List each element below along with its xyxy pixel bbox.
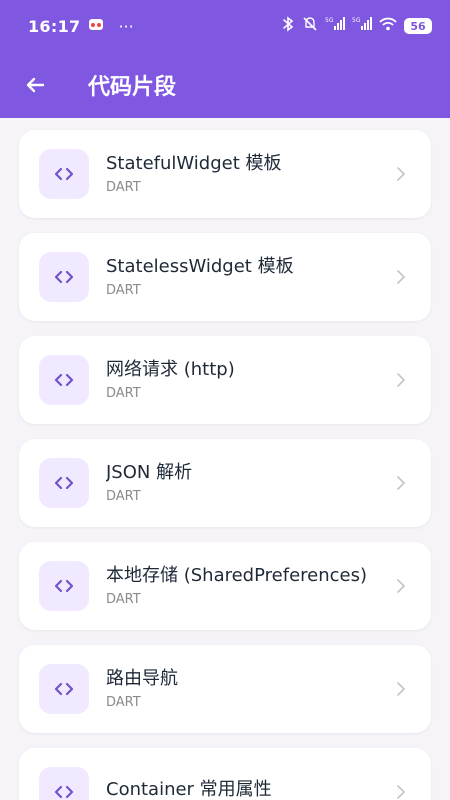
signal-5g-icon: 5G: [325, 16, 345, 36]
bluetooth-icon: [281, 16, 295, 36]
snippet-list: StatefulWidget 模板 DART StatelessWidget 模…: [0, 118, 450, 800]
snippet-card[interactable]: Container 常用属性: [19, 748, 431, 800]
signal-5g-icon: 5G: [352, 16, 372, 36]
snippet-language: DART: [106, 282, 141, 298]
snippet-language: DART: [106, 385, 141, 401]
snippet-text: StatelessWidget 模板 DART: [106, 256, 393, 299]
snippet-text: 网络请求 (http) DART: [106, 359, 393, 402]
svg-text:5G: 5G: [352, 17, 361, 24]
snippet-text: Container 常用属性: [106, 779, 393, 800]
status-right: 5G 5G 56: [281, 16, 432, 36]
mute-icon: [302, 16, 318, 36]
snippet-language: DART: [106, 488, 141, 504]
snippet-title: 本地存储 (SharedPreferences): [106, 564, 367, 586]
status-bar: 16:17 ··· 5G 5G 56: [0, 0, 450, 52]
page-title: 代码片段: [88, 75, 177, 100]
snippet-title: 路由导航: [106, 667, 178, 689]
toolbar: 代码片段: [0, 52, 450, 118]
code-brackets-icon: [39, 149, 89, 199]
snippet-text: StatefulWidget 模板 DART: [106, 153, 393, 196]
code-brackets-icon: [39, 252, 89, 302]
snippet-title: StatefulWidget 模板: [106, 152, 282, 174]
chevron-right-icon: [393, 372, 409, 388]
snippet-text: 本地存储 (SharedPreferences) DART: [106, 565, 393, 608]
status-time: 16:17: [28, 16, 81, 36]
chevron-right-icon: [393, 269, 409, 285]
chevron-right-icon: [393, 475, 409, 491]
chevron-right-icon: [393, 578, 409, 594]
snippet-language: DART: [106, 591, 141, 607]
wifi-icon: [379, 16, 397, 36]
snippet-title: StatelessWidget 模板: [106, 255, 294, 277]
battery-level: 56: [410, 19, 426, 33]
snippet-card[interactable]: StatelessWidget 模板 DART: [19, 233, 431, 321]
snippet-card[interactable]: JSON 解析 DART: [19, 439, 431, 527]
code-brackets-icon: [39, 458, 89, 508]
snippet-card[interactable]: 网络请求 (http) DART: [19, 336, 431, 424]
arrow-left-icon: [26, 77, 45, 93]
chevron-right-icon: [393, 784, 409, 800]
chevron-right-icon: [393, 681, 409, 697]
status-left: 16:17 ···: [28, 16, 134, 36]
snippet-language: DART: [106, 694, 141, 710]
code-brackets-icon: [39, 767, 89, 800]
chevron-right-icon: [393, 166, 409, 182]
snippet-title: 网络请求 (http): [106, 358, 235, 380]
snippet-text: JSON 解析 DART: [106, 462, 393, 505]
code-brackets-icon: [39, 561, 89, 611]
svg-text:5G: 5G: [325, 17, 334, 24]
code-brackets-icon: [39, 664, 89, 714]
snippet-card[interactable]: 本地存储 (SharedPreferences) DART: [19, 542, 431, 630]
top-app-bar: 16:17 ··· 5G 5G 56 代码片段: [0, 0, 450, 118]
notification-app-icon: [88, 16, 104, 36]
snippet-card[interactable]: StatefulWidget 模板 DART: [19, 130, 431, 218]
snippet-title: Container 常用属性: [106, 778, 272, 800]
snippet-title: JSON 解析: [106, 461, 193, 483]
snippet-text: 路由导航 DART: [106, 668, 393, 711]
code-brackets-icon: [39, 355, 89, 405]
snippet-card[interactable]: 路由导航 DART: [19, 645, 431, 733]
back-button[interactable]: [20, 70, 50, 100]
snippet-language: DART: [106, 179, 141, 195]
status-more-dots: ···: [118, 16, 134, 36]
battery-indicator: 56: [404, 18, 432, 34]
